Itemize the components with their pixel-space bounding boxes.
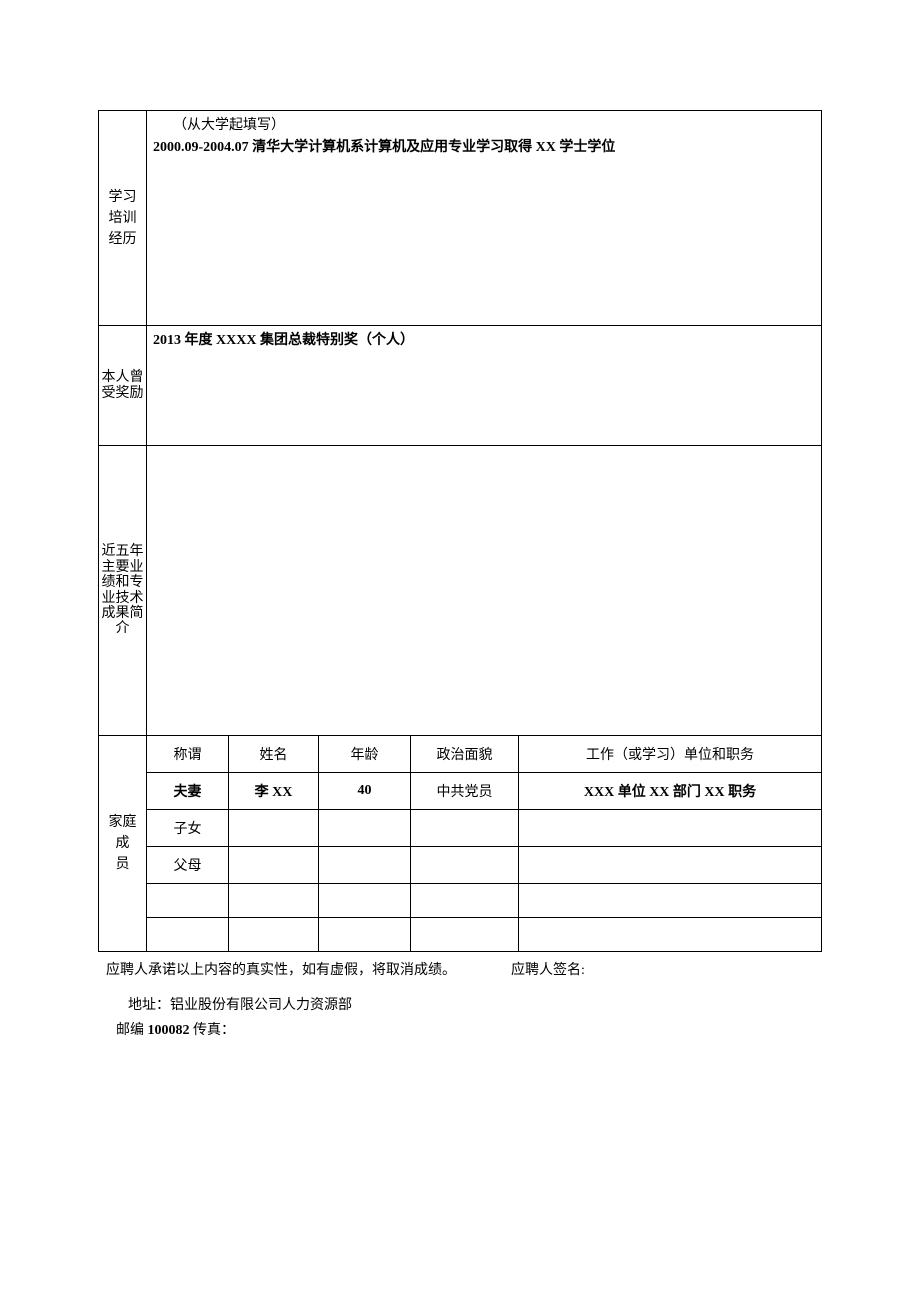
family-header-work: 工作（或学习）单位和职务: [519, 736, 822, 773]
fax-label: 传真：: [193, 1023, 235, 1038]
family-cell-age: [319, 847, 411, 884]
family-cell-relation: 夫妻: [147, 773, 229, 810]
family-header-age: 年龄: [319, 736, 411, 773]
resume-table: 学习 培训 经历 （从大学起填写） 2000.09-2004.07 清华大学计算…: [98, 110, 822, 952]
family-cell-age: [319, 918, 411, 952]
family-header-name: 姓名: [229, 736, 319, 773]
education-note: （从大学起填写）: [153, 115, 815, 137]
family-cell-work: [519, 810, 822, 847]
footer-promise-line: 应聘人承诺以上内容的真实性，如有虚假，将取消成绩。 应聘人签名:: [98, 958, 822, 983]
achievement-row: 近五年主要业绩和专业技术成果简介: [99, 446, 822, 736]
family-cell-work: [519, 847, 822, 884]
footer-postal-line: 邮编 100082 传真：: [98, 1018, 822, 1043]
education-label-1: 学习: [101, 187, 144, 208]
family-row-2: 父母: [99, 847, 822, 884]
family-header-political: 政治面貌: [411, 736, 519, 773]
family-row-4: [99, 918, 822, 952]
education-row: 学习 培训 经历 （从大学起填写） 2000.09-2004.07 清华大学计算…: [99, 111, 822, 326]
family-cell-name: [229, 847, 319, 884]
family-cell-age: [319, 810, 411, 847]
achievement-label: 近五年主要业绩和专业技术成果简介: [99, 446, 147, 736]
award-content: 2013 年度 XXXX 集团总裁特别奖（个人）: [147, 326, 822, 446]
family-row-1: 子女: [99, 810, 822, 847]
family-cell-political: [411, 847, 519, 884]
family-cell-work: XXX 单位 XX 部门 XX 职务: [519, 773, 822, 810]
award-row: 本人曾受奖励 2013 年度 XXXX 集团总裁特别奖（个人）: [99, 326, 822, 446]
family-row-3: [99, 884, 822, 918]
family-label-cell: 家庭成 员: [99, 736, 147, 952]
family-cell-work: [519, 918, 822, 952]
signature-label: 应聘人签名:: [511, 963, 585, 978]
family-cell-relation: 子女: [147, 810, 229, 847]
education-entry: 2000.09-2004.07 清华大学计算机系计算机及应用专业学习取得 XX …: [153, 137, 815, 159]
promise-text: 应聘人承诺以上内容的真实性，如有虚假，将取消成绩。: [106, 963, 456, 978]
family-cell-political: 中共党员: [411, 773, 519, 810]
family-cell-age: 40: [319, 773, 411, 810]
family-cell-work: [519, 884, 822, 918]
family-label-2: 员: [103, 854, 142, 875]
family-cell-relation: 父母: [147, 847, 229, 884]
family-cell-relation: [147, 918, 229, 952]
family-cell-political: [411, 918, 519, 952]
postal-code: 100082: [148, 1023, 190, 1038]
family-row-0: 夫妻 李 XX 40 中共党员 XXX 单位 XX 部门 XX 职务: [99, 773, 822, 810]
achievement-content: [147, 446, 822, 736]
family-cell-age: [319, 884, 411, 918]
education-label-2: 培训: [101, 208, 144, 229]
footer-address: 地址：铝业股份有限公司人力资源部: [98, 993, 822, 1018]
family-cell-name: 李 XX: [229, 773, 319, 810]
postal-prefix: 邮编: [116, 1023, 144, 1038]
family-cell-political: [411, 810, 519, 847]
family-cell-name: [229, 810, 319, 847]
family-header-row: 家庭成 员 称谓 姓名 年龄 政治面貌 工作（或学习）单位和职务: [99, 736, 822, 773]
education-content: （从大学起填写） 2000.09-2004.07 清华大学计算机系计算机及应用专…: [147, 111, 822, 326]
education-label-cell: 学习 培训 经历: [99, 111, 147, 326]
family-cell-name: [229, 884, 319, 918]
award-label: 本人曾受奖励: [99, 326, 147, 446]
family-cell-political: [411, 884, 519, 918]
family-header-relation: 称谓: [147, 736, 229, 773]
family-cell-name: [229, 918, 319, 952]
education-label-3: 经历: [101, 229, 144, 250]
family-label-1: 家庭成: [103, 812, 142, 854]
family-cell-relation: [147, 884, 229, 918]
